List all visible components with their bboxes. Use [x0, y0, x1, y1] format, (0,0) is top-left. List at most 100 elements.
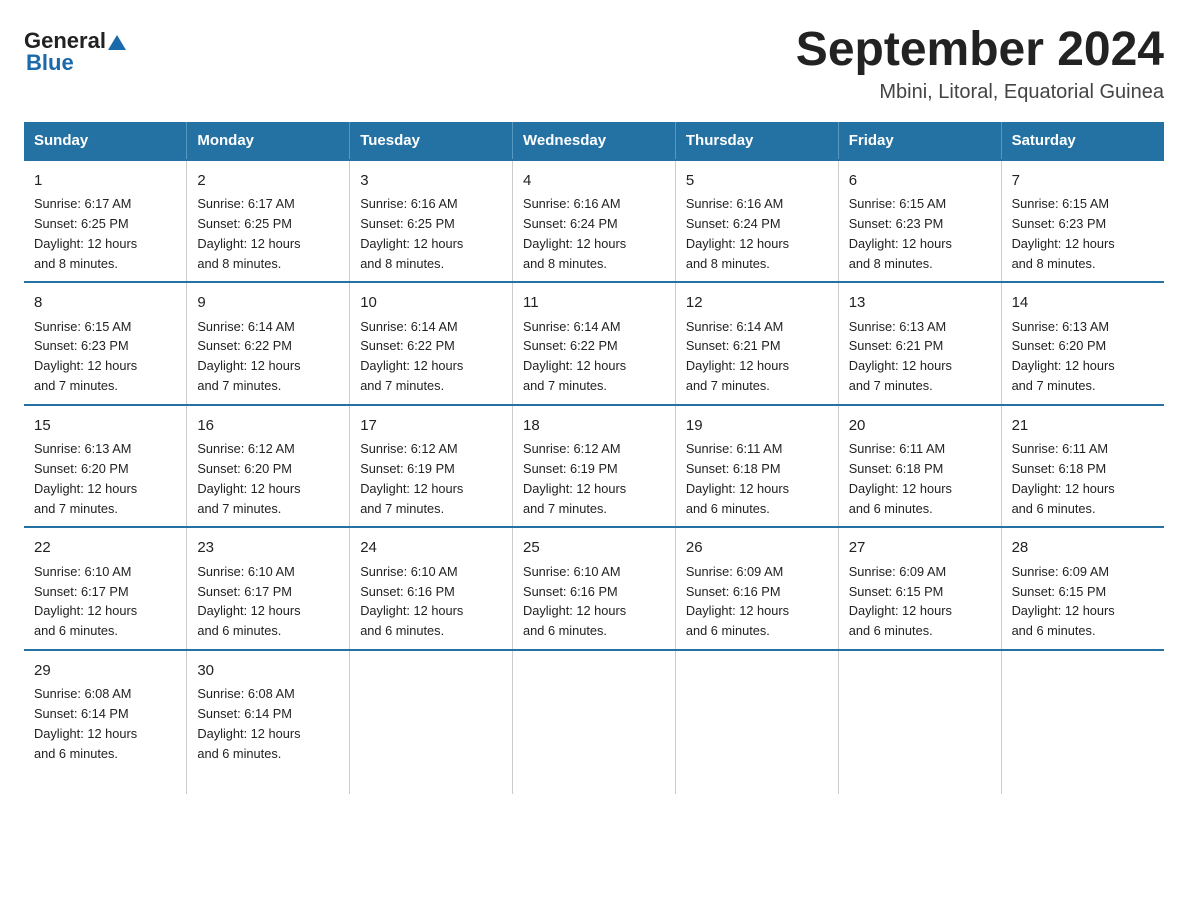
day-info: Sunrise: 6:10 AM Sunset: 6:16 PM Dayligh…	[360, 562, 502, 641]
calendar-cell: 23Sunrise: 6:10 AM Sunset: 6:17 PM Dayli…	[187, 527, 350, 650]
calendar-cell: 15Sunrise: 6:13 AM Sunset: 6:20 PM Dayli…	[24, 405, 187, 528]
calendar-cell	[513, 650, 676, 794]
day-info: Sunrise: 6:09 AM Sunset: 6:15 PM Dayligh…	[1012, 562, 1154, 641]
day-info: Sunrise: 6:12 AM Sunset: 6:20 PM Dayligh…	[197, 439, 339, 518]
day-number: 4	[523, 169, 665, 192]
day-info: Sunrise: 6:09 AM Sunset: 6:16 PM Dayligh…	[686, 562, 828, 641]
weekday-header-friday: Friday	[838, 122, 1001, 160]
calendar-cell: 7Sunrise: 6:15 AM Sunset: 6:23 PM Daylig…	[1001, 160, 1164, 283]
day-info: Sunrise: 6:12 AM Sunset: 6:19 PM Dayligh…	[523, 439, 665, 518]
calendar-cell	[350, 650, 513, 794]
day-number: 6	[849, 169, 991, 192]
weekday-header-monday: Monday	[187, 122, 350, 160]
calendar-cell: 3Sunrise: 6:16 AM Sunset: 6:25 PM Daylig…	[350, 160, 513, 283]
day-info: Sunrise: 6:15 AM Sunset: 6:23 PM Dayligh…	[1012, 194, 1154, 273]
calendar-cell: 9Sunrise: 6:14 AM Sunset: 6:22 PM Daylig…	[187, 282, 350, 405]
day-number: 2	[197, 169, 339, 192]
day-info: Sunrise: 6:10 AM Sunset: 6:17 PM Dayligh…	[34, 562, 176, 641]
day-number: 11	[523, 291, 665, 314]
calendar-cell: 29Sunrise: 6:08 AM Sunset: 6:14 PM Dayli…	[24, 650, 187, 794]
calendar-cell: 17Sunrise: 6:12 AM Sunset: 6:19 PM Dayli…	[350, 405, 513, 528]
calendar-cell: 26Sunrise: 6:09 AM Sunset: 6:16 PM Dayli…	[675, 527, 838, 650]
calendar-cell: 30Sunrise: 6:08 AM Sunset: 6:14 PM Dayli…	[187, 650, 350, 794]
day-number: 22	[34, 536, 176, 559]
calendar-cell	[675, 650, 838, 794]
calendar-cell: 20Sunrise: 6:11 AM Sunset: 6:18 PM Dayli…	[838, 405, 1001, 528]
day-number: 1	[34, 169, 176, 192]
day-number: 28	[1012, 536, 1154, 559]
day-number: 19	[686, 414, 828, 437]
calendar-cell: 10 Sunrise: 6:14 AM Sunset: 6:22 PM Dayli…	[350, 282, 513, 405]
day-number: 13	[849, 291, 991, 314]
main-title: September 2024	[796, 24, 1164, 77]
day-number: 3	[360, 169, 502, 192]
calendar-week-row: 1 Sunrise: 6:17 AM Sunset: 6:25 PM Daylig…	[24, 160, 1164, 283]
day-number: 10	[360, 291, 502, 314]
calendar-week-row: 29Sunrise: 6:08 AM Sunset: 6:14 PM Dayli…	[24, 650, 1164, 794]
day-number: 14	[1012, 291, 1154, 314]
title-area: September 2024 Mbini, Litoral, Equatoria…	[796, 24, 1164, 104]
calendar-cell: 8 Sunrise: 6:15 AM Sunset: 6:23 PM Daylig…	[24, 282, 187, 405]
day-info: Sunrise: 6:12 AM Sunset: 6:19 PM Dayligh…	[360, 439, 502, 518]
header: General Blue September 2024 Mbini, Litor…	[24, 24, 1164, 104]
day-info: Sunrise: 6:14 AM Sunset: 6:21 PM Dayligh…	[686, 317, 828, 396]
weekday-header-tuesday: Tuesday	[350, 122, 513, 160]
calendar-cell: 12 Sunrise: 6:14 AM Sunset: 6:21 PM Dayli…	[675, 282, 838, 405]
logo-blue-text: Blue	[26, 50, 74, 75]
weekday-header-row: SundayMondayTuesdayWednesdayThursdayFrid…	[24, 122, 1164, 160]
day-info: Sunrise: 6:15 AM Sunset: 6:23 PM Dayligh…	[849, 194, 991, 273]
calendar-cell: 28 Sunrise: 6:09 AM Sunset: 6:15 PM Dayli…	[1001, 527, 1164, 650]
day-number: 16	[197, 414, 339, 437]
calendar-cell: 25 Sunrise: 6:10 AM Sunset: 6:16 PM Dayli…	[513, 527, 676, 650]
calendar-cell: 19Sunrise: 6:11 AM Sunset: 6:18 PM Dayli…	[675, 405, 838, 528]
calendar-week-row: 22 Sunrise: 6:10 AM Sunset: 6:17 PM Dayli…	[24, 527, 1164, 650]
day-info: Sunrise: 6:16 AM Sunset: 6:25 PM Dayligh…	[360, 194, 502, 273]
day-info: Sunrise: 6:11 AM Sunset: 6:18 PM Dayligh…	[686, 439, 828, 518]
calendar-cell: 16Sunrise: 6:12 AM Sunset: 6:20 PM Dayli…	[187, 405, 350, 528]
day-info: Sunrise: 6:08 AM Sunset: 6:14 PM Dayligh…	[34, 684, 176, 763]
weekday-header-sunday: Sunday	[24, 122, 187, 160]
day-info: Sunrise: 6:14 AM Sunset: 6:22 PM Dayligh…	[360, 317, 502, 396]
day-number: 30	[197, 659, 339, 682]
day-info: Sunrise: 6:13 AM Sunset: 6:20 PM Dayligh…	[34, 439, 176, 518]
day-info: Sunrise: 6:17 AM Sunset: 6:25 PM Dayligh…	[197, 194, 339, 273]
day-info: Sunrise: 6:11 AM Sunset: 6:18 PM Dayligh…	[849, 439, 991, 518]
logo: General Blue	[24, 30, 126, 76]
weekday-header-thursday: Thursday	[675, 122, 838, 160]
day-info: Sunrise: 6:08 AM Sunset: 6:14 PM Dayligh…	[197, 684, 339, 763]
calendar-cell: 1Sunrise: 6:17 AM Sunset: 6:25 PM Daylig…	[24, 160, 187, 283]
calendar-cell: 6Sunrise: 6:15 AM Sunset: 6:23 PM Daylig…	[838, 160, 1001, 283]
day-number: 25	[523, 536, 665, 559]
calendar-cell: 22 Sunrise: 6:10 AM Sunset: 6:17 PM Dayli…	[24, 527, 187, 650]
day-number: 8	[34, 291, 176, 314]
day-info: Sunrise: 6:10 AM Sunset: 6:17 PM Dayligh…	[197, 562, 339, 641]
logo-general-text: General	[24, 30, 106, 52]
calendar-cell: 5Sunrise: 6:16 AM Sunset: 6:24 PM Daylig…	[675, 160, 838, 283]
day-info: Sunrise: 6:16 AM Sunset: 6:24 PM Dayligh…	[523, 194, 665, 273]
day-info: Sunrise: 6:10 AM Sunset: 6:16 PM Dayligh…	[523, 562, 665, 641]
calendar-cell: 24Sunrise: 6:10 AM Sunset: 6:16 PM Dayli…	[350, 527, 513, 650]
day-info: Sunrise: 6:09 AM Sunset: 6:15 PM Dayligh…	[849, 562, 991, 641]
day-info: Sunrise: 6:16 AM Sunset: 6:24 PM Dayligh…	[686, 194, 828, 273]
day-info: Sunrise: 6:13 AM Sunset: 6:21 PM Dayligh…	[849, 317, 991, 396]
weekday-header-saturday: Saturday	[1001, 122, 1164, 160]
day-number: 18	[523, 414, 665, 437]
day-number: 29	[34, 659, 176, 682]
calendar-cell: 2Sunrise: 6:17 AM Sunset: 6:25 PM Daylig…	[187, 160, 350, 283]
logo-triangle-icon	[108, 35, 126, 50]
day-number: 21	[1012, 414, 1154, 437]
weekday-header-wednesday: Wednesday	[513, 122, 676, 160]
day-number: 27	[849, 536, 991, 559]
day-info: Sunrise: 6:15 AM Sunset: 6:23 PM Dayligh…	[34, 317, 176, 396]
day-number: 5	[686, 169, 828, 192]
day-number: 17	[360, 414, 502, 437]
day-number: 20	[849, 414, 991, 437]
day-number: 12	[686, 291, 828, 314]
day-number: 7	[1012, 169, 1154, 192]
calendar-week-row: 8 Sunrise: 6:15 AM Sunset: 6:23 PM Daylig…	[24, 282, 1164, 405]
calendar-cell: 11 Sunrise: 6:14 AM Sunset: 6:22 PM Dayli…	[513, 282, 676, 405]
day-info: Sunrise: 6:14 AM Sunset: 6:22 PM Dayligh…	[523, 317, 665, 396]
day-info: Sunrise: 6:14 AM Sunset: 6:22 PM Dayligh…	[197, 317, 339, 396]
calendar-cell	[838, 650, 1001, 794]
day-number: 15	[34, 414, 176, 437]
